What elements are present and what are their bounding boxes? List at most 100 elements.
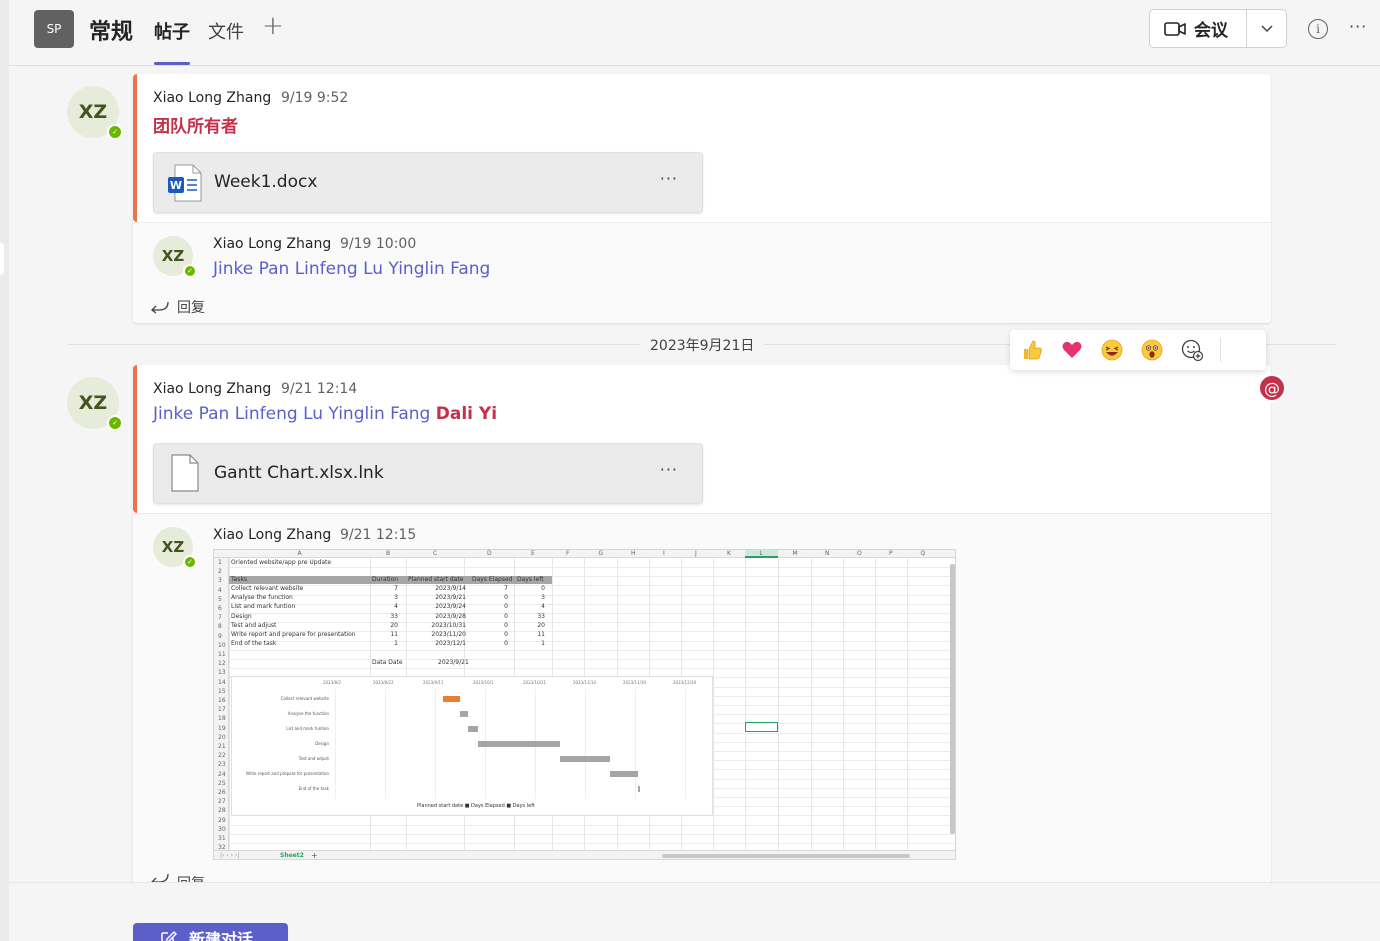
- new-conversation-button[interactable]: 新建对话: [133, 923, 288, 941]
- file-attachment[interactable]: W Week1.docx ···: [153, 152, 703, 213]
- sheet-cell[interactable]: List and mark funtion: [231, 604, 295, 610]
- reply-mentions[interactable]: Jinke Pan Linfeng Lu Yinglin Fang: [213, 259, 490, 279]
- sheet-cell[interactable]: 2023/9/21: [435, 595, 466, 601]
- sheet-cell[interactable]: 2023/9/14: [435, 586, 466, 592]
- column-header-label[interactable]: K: [727, 551, 731, 557]
- add-tab-icon[interactable]: +: [262, 13, 284, 39]
- sheet-cell[interactable]: 2023/12/1: [435, 641, 466, 647]
- sheet-cell[interactable]: 1: [394, 641, 398, 647]
- avatar[interactable]: XZ ✓: [67, 377, 123, 431]
- row-number[interactable]: 27: [218, 799, 226, 805]
- sheet-cell[interactable]: 7: [394, 586, 398, 592]
- row-number[interactable]: 10: [218, 642, 226, 649]
- sheet-cell[interactable]: 1: [541, 641, 545, 647]
- reply-author[interactable]: Xiao Long Zhang: [213, 236, 331, 252]
- sheet-cell[interactable]: 11: [537, 632, 545, 638]
- info-icon[interactable]: i: [1308, 19, 1328, 39]
- sheet-nav-arrows[interactable]: |‹ ‹ › ›|: [220, 853, 239, 859]
- column-header-label[interactable]: Q: [921, 551, 926, 557]
- row-number[interactable]: 18: [218, 716, 226, 722]
- column-header-label[interactable]: M: [793, 551, 798, 557]
- surprised-reaction-icon[interactable]: [1140, 338, 1164, 362]
- sheet-cell[interactable]: 3: [541, 595, 545, 601]
- sheet-cell[interactable]: Collect relevant website: [231, 586, 303, 592]
- column-header-label[interactable]: F: [566, 551, 569, 557]
- row-number[interactable]: 29: [218, 817, 226, 824]
- row-number[interactable]: 14: [218, 679, 226, 686]
- sheet-cell[interactable]: 2023/9/24: [435, 604, 466, 610]
- file-more-icon[interactable]: ···: [660, 460, 678, 479]
- tab-posts[interactable]: 帖子: [154, 18, 190, 44]
- reply-author[interactable]: Xiao Long Zhang: [213, 527, 331, 543]
- sheet-cell[interactable]: 2023/9/28: [435, 613, 466, 620]
- column-header-label[interactable]: A: [298, 551, 302, 557]
- avatar[interactable]: XZ ✓: [67, 86, 123, 140]
- sheet-cell[interactable]: 11: [390, 632, 398, 638]
- row-number[interactable]: 3: [218, 578, 222, 584]
- row-number[interactable]: 23: [218, 762, 226, 768]
- sheet-cell[interactable]: 4: [541, 604, 545, 610]
- sheet-cell[interactable]: 0: [504, 641, 508, 647]
- vertical-scrollbar[interactable]: [950, 564, 955, 834]
- meet-options-button[interactable]: [1247, 10, 1287, 47]
- sheet-cell[interactable]: 0: [504, 613, 508, 620]
- sheet-cell[interactable]: 4: [394, 604, 398, 610]
- column-header-label[interactable]: D: [487, 551, 492, 557]
- row-number[interactable]: 20: [218, 734, 226, 741]
- laugh-reaction-icon[interactable]: [1100, 338, 1124, 362]
- sheet-cell[interactable]: 7: [504, 586, 508, 592]
- row-number[interactable]: 2: [218, 569, 222, 575]
- sheet-cell[interactable]: 3: [394, 595, 398, 601]
- column-header-label[interactable]: C: [433, 551, 437, 557]
- mention-me[interactable]: Dali Yi: [436, 404, 497, 424]
- sheet-cell[interactable]: Analyse the function: [231, 595, 293, 601]
- sheet-cell[interactable]: 20: [390, 622, 398, 629]
- column-header-label[interactable]: J: [695, 551, 697, 557]
- file-more-icon[interactable]: ···: [660, 169, 678, 188]
- row-number[interactable]: 26: [218, 790, 226, 796]
- column-header-label[interactable]: H: [631, 551, 636, 557]
- row-number[interactable]: 30: [218, 826, 226, 833]
- column-header-label[interactable]: P: [889, 551, 893, 557]
- column-header-label[interactable]: B: [386, 551, 390, 557]
- column-header-label[interactable]: E: [531, 551, 535, 557]
- column-header-label[interactable]: L: [760, 551, 763, 557]
- row-number[interactable]: 21: [218, 744, 226, 750]
- row-number[interactable]: 5: [218, 596, 222, 603]
- row-number[interactable]: 25: [218, 780, 226, 787]
- sheet-cell[interactable]: 2023/10/31: [431, 622, 466, 629]
- row-number[interactable]: 11: [218, 652, 226, 658]
- sheet-cell[interactable]: 33: [390, 613, 398, 620]
- reply-avatar[interactable]: XZ ✓: [153, 236, 197, 278]
- like-reaction-icon[interactable]: [1020, 338, 1044, 362]
- heart-reaction-icon[interactable]: [1060, 338, 1084, 362]
- row-number[interactable]: 9: [218, 633, 222, 640]
- file-attachment[interactable]: Gantt Chart.xlsx.lnk ···: [153, 443, 703, 504]
- sheet-cell[interactable]: Design: [231, 613, 252, 620]
- sheet-cell[interactable]: 20: [537, 622, 545, 629]
- row-number[interactable]: 12: [218, 661, 226, 667]
- horizontal-scrollbar[interactable]: [662, 854, 910, 858]
- row-number[interactable]: 32: [218, 845, 226, 851]
- row-number[interactable]: 24: [218, 771, 226, 778]
- row-number[interactable]: 15: [218, 688, 226, 695]
- row-number[interactable]: 8: [218, 624, 222, 630]
- sheet-cell[interactable]: 0: [541, 586, 545, 592]
- row-number[interactable]: 16: [218, 698, 226, 704]
- column-header-label[interactable]: I: [663, 551, 665, 557]
- row-number[interactable]: 6: [218, 606, 222, 612]
- row-number[interactable]: 22: [218, 753, 226, 759]
- sheet-tab[interactable]: Sheet2: [280, 853, 304, 859]
- row-number[interactable]: 4: [218, 587, 222, 594]
- post-mentions[interactable]: Jinke Pan Linfeng Lu Yinglin Fang Dali Y…: [153, 404, 497, 424]
- row-number[interactable]: 31: [218, 836, 226, 842]
- add-reaction-icon[interactable]: [1180, 338, 1204, 362]
- sheet-cell[interactable]: 33: [537, 613, 545, 620]
- post-author[interactable]: Xiao Long Zhang: [153, 381, 271, 397]
- row-number[interactable]: 17: [218, 707, 226, 713]
- sheet-cell[interactable]: Write report and prepare for presentatio…: [231, 632, 356, 638]
- add-sheet-icon[interactable]: +: [311, 852, 318, 860]
- sheet-cell[interactable]: Test and adjust: [231, 622, 276, 629]
- column-header-label[interactable]: N: [825, 551, 830, 557]
- mention-group[interactable]: Jinke Pan Linfeng Lu Yinglin Fang: [153, 404, 430, 424]
